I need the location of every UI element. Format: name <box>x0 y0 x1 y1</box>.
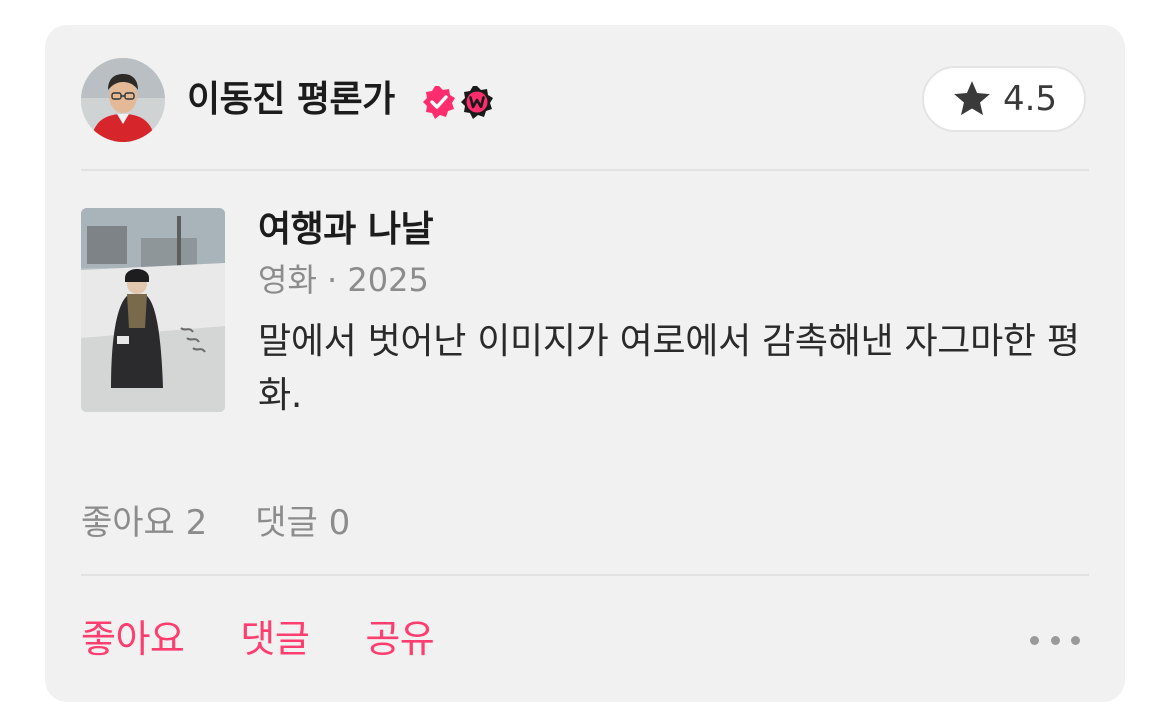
verified-badge-icon <box>423 86 455 119</box>
movie-poster-image <box>81 208 225 412</box>
review-text[interactable]: 말에서 벗어난 이미지가 여로에서 감촉해낸 자그마한 평화. <box>258 315 1088 423</box>
content-meta: 영화 · 2025 <box>258 261 429 299</box>
action-bar: 좋아요 댓글 공유 <box>81 615 435 663</box>
movie-poster[interactable] <box>81 208 225 412</box>
likes-count[interactable]: 좋아요 2 <box>81 501 207 545</box>
author-badges <box>421 84 495 120</box>
comment-button[interactable]: 댓글 <box>240 615 309 663</box>
share-button[interactable]: 공유 <box>365 615 434 663</box>
rating-pill: 4.5 <box>922 66 1086 132</box>
avatar-photo <box>81 58 165 142</box>
comments-count[interactable]: 댓글 0 <box>255 501 350 545</box>
star-icon <box>954 81 990 116</box>
review-stats: 좋아요 2 댓글 0 <box>81 501 350 545</box>
dot <box>1050 635 1060 645</box>
author-name[interactable]: 이동진 평론가 <box>187 77 395 123</box>
avatar[interactable] <box>81 58 165 142</box>
dot <box>1071 635 1080 645</box>
watcha-w-badge-icon <box>461 86 493 119</box>
dot <box>1030 635 1039 645</box>
divider <box>81 574 1089 576</box>
divider <box>81 169 1089 171</box>
review-card: 이동진 평론가 4.5 여행과 나날 영화 · 2025 말에서 벗어난 이미지… <box>45 25 1125 702</box>
like-button[interactable]: 좋아요 <box>81 615 185 663</box>
content-title[interactable]: 여행과 나날 <box>258 207 434 253</box>
rating-value: 4.5 <box>1002 79 1058 119</box>
more-dots-icon[interactable] <box>1030 625 1080 655</box>
